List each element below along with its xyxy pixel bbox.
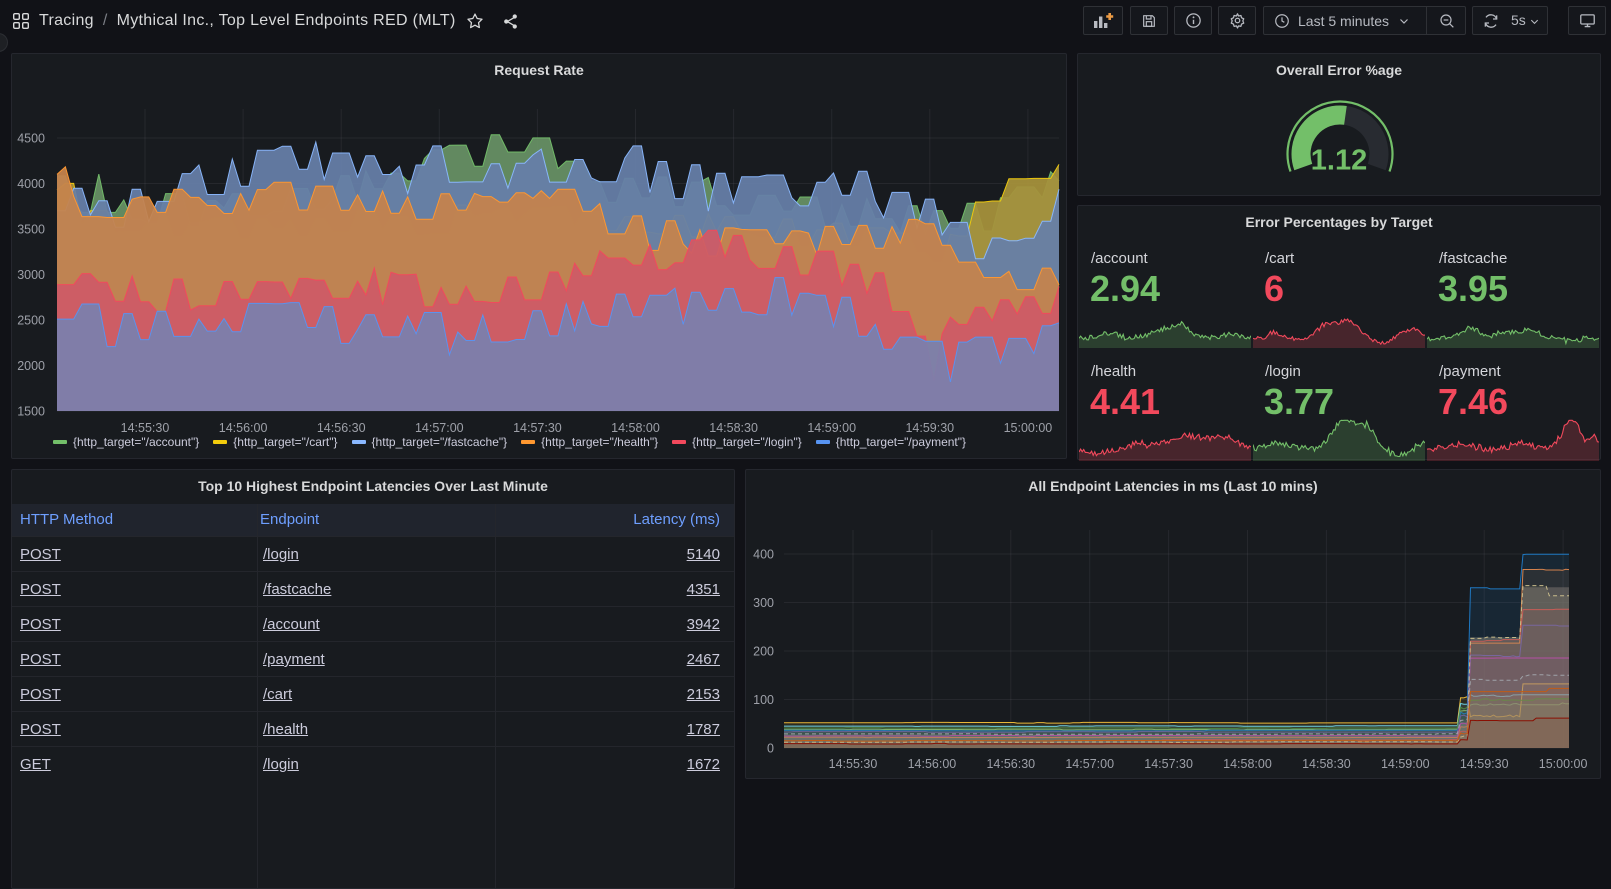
svg-text:14:59:00: 14:59:00: [807, 421, 856, 434]
svg-text:1500: 1500: [17, 405, 45, 419]
svg-text:14:55:30: 14:55:30: [121, 421, 170, 434]
svg-text:1.12: 1.12: [1311, 145, 1367, 177]
svg-text:0: 0: [767, 742, 774, 756]
svg-text:14:55:30: 14:55:30: [829, 757, 878, 771]
svg-text:14:59:30: 14:59:30: [905, 421, 954, 434]
svg-text:3500: 3500: [17, 223, 45, 237]
svg-text:14:58:00: 14:58:00: [1223, 757, 1272, 771]
svg-text:14:56:00: 14:56:00: [908, 757, 957, 771]
svg-text:14:58:30: 14:58:30: [709, 421, 758, 434]
svg-text:2500: 2500: [17, 314, 45, 328]
svg-text:3000: 3000: [17, 268, 45, 282]
svg-text:14:58:00: 14:58:00: [611, 421, 660, 434]
svg-text:100: 100: [753, 693, 774, 707]
svg-text:200: 200: [753, 645, 774, 659]
svg-text:14:59:00: 14:59:00: [1381, 757, 1430, 771]
svg-text:14:59:30: 14:59:30: [1460, 757, 1509, 771]
svg-text:14:56:00: 14:56:00: [219, 421, 268, 434]
svg-text:14:57:30: 14:57:30: [1144, 757, 1193, 771]
svg-text:14:57:00: 14:57:00: [1065, 757, 1114, 771]
svg-text:14:56:30: 14:56:30: [986, 757, 1035, 771]
svg-text:14:57:30: 14:57:30: [513, 421, 562, 434]
svg-text:4500: 4500: [17, 132, 45, 146]
svg-text:14:57:00: 14:57:00: [415, 421, 464, 434]
svg-text:15:00:00: 15:00:00: [1539, 757, 1588, 771]
svg-text:14:56:30: 14:56:30: [317, 421, 366, 434]
svg-text:4000: 4000: [17, 177, 45, 191]
svg-text:15:00:00: 15:00:00: [1004, 421, 1053, 434]
svg-text:400: 400: [753, 548, 774, 562]
svg-text:14:58:30: 14:58:30: [1302, 757, 1351, 771]
svg-text:2000: 2000: [17, 359, 45, 373]
svg-text:300: 300: [753, 596, 774, 610]
